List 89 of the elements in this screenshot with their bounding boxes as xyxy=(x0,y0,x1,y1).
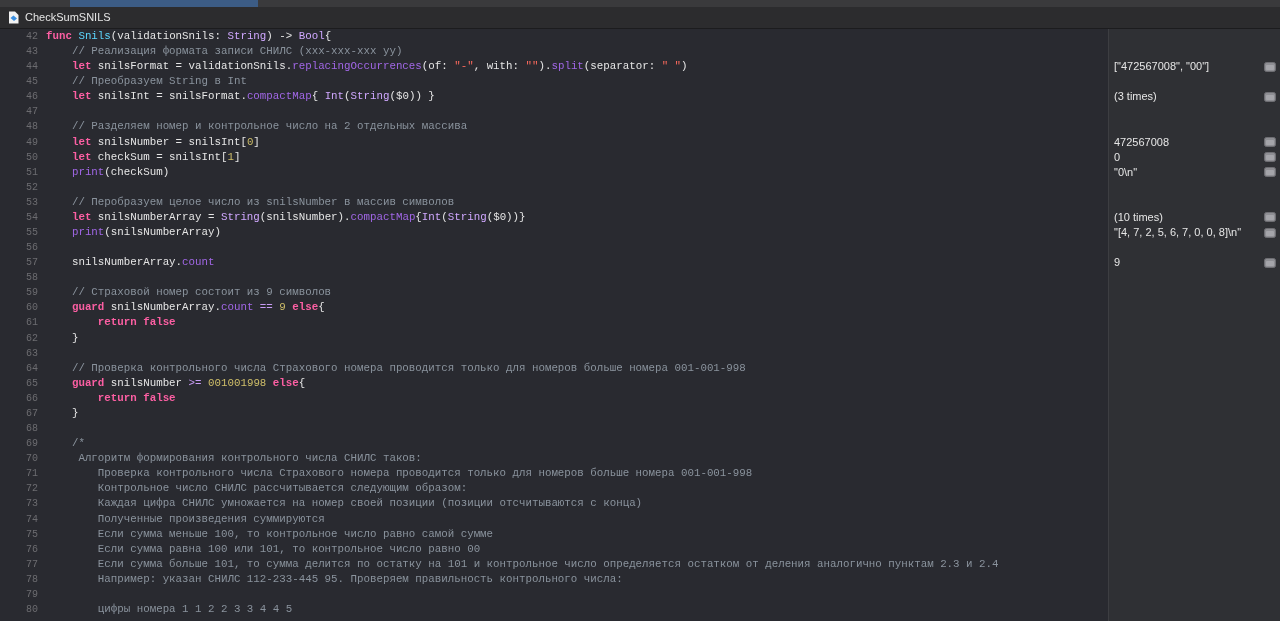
result-value: (10 times) xyxy=(1114,209,1163,225)
line-number: 72 xyxy=(26,483,38,495)
code-line: // Страховой номер состоит из 9 символов xyxy=(70,286,332,299)
result-value: "0\n" xyxy=(1114,164,1138,180)
window-title: CheckSumSNILS xyxy=(25,10,111,26)
line-number: 61 xyxy=(26,317,38,329)
line-number: 76 xyxy=(26,543,38,555)
line-number: 73 xyxy=(26,498,38,510)
line-number: 51 xyxy=(26,166,38,178)
line-number: 52 xyxy=(26,181,38,193)
line-number: 60 xyxy=(26,302,38,314)
line-number: 70 xyxy=(26,453,38,465)
line-number: 69 xyxy=(26,438,38,450)
code-line: return false xyxy=(96,391,176,404)
line-number: 59 xyxy=(26,287,38,299)
result-value: "[4, 7, 2, 5, 6, 7, 0, 0, 8]\n" xyxy=(1114,225,1242,240)
line-number: 53 xyxy=(26,196,38,208)
line-number: 58 xyxy=(26,272,38,284)
line-number: 66 xyxy=(26,392,38,404)
code-line: let snilsNumber = snilsInt[0] xyxy=(70,135,260,148)
line-number: 45 xyxy=(26,76,38,88)
line-number: 64 xyxy=(26,362,38,374)
line-number: 74 xyxy=(26,513,38,525)
line-number: 50 xyxy=(26,151,38,163)
code-line: } xyxy=(70,406,79,419)
result-value: 0 xyxy=(1114,149,1121,165)
quick-look-icon[interactable] xyxy=(1264,91,1276,102)
line-number: 46 xyxy=(26,91,38,103)
code-line: Контрольное число СНИЛС рассчитывается следующим образом: xyxy=(96,482,468,495)
code-line: print(snilsNumberArray) xyxy=(70,226,221,238)
code-line: print(checkSum) xyxy=(70,165,170,178)
quick-look-icon[interactable] xyxy=(1264,137,1276,148)
code-line: /* xyxy=(70,437,85,450)
line-number: 62 xyxy=(26,332,38,344)
code-line: guard snilsNumberArray.count == 9 else{ xyxy=(70,301,325,314)
line-number: 49 xyxy=(26,136,38,148)
line-number: 67 xyxy=(26,407,38,419)
document-icon xyxy=(8,11,19,24)
line-number: 77 xyxy=(26,558,38,570)
code-line: Полученные произведения суммируются xyxy=(96,512,325,525)
code-line: Проверка контрольного числа Страхового номера проводится только для номеров больше номера 001-001-998 xyxy=(96,467,753,480)
code-line: } xyxy=(70,331,79,344)
line-number: 79 xyxy=(26,588,38,600)
code-line: return false xyxy=(96,316,176,329)
quick-look-icon[interactable] xyxy=(1264,227,1276,238)
quick-look-icon[interactable] xyxy=(1264,257,1276,268)
code-line: // Разделяем номер и контрольное число на 2 отдельных массива xyxy=(70,120,468,133)
code-line: let snilsNumberArray = String(snilsNumber).compactMap{Int(String($0))} xyxy=(70,210,526,223)
line-number: 71 xyxy=(26,468,38,480)
line-number: 48 xyxy=(26,121,38,133)
code-line: // Перобразуем целое число из snilsNumber в массив символов xyxy=(70,195,455,208)
code-line: func Snils(validationSnils: String) -> Bool{ xyxy=(46,30,332,42)
line-number: 56 xyxy=(26,242,38,254)
code-line: Если сумма меньше 100, то контрольное число равно самой сумме xyxy=(96,527,494,540)
code-line: guard snilsNumber >= 001001998 else{ xyxy=(70,376,306,389)
quick-look-icon[interactable] xyxy=(1264,61,1276,72)
line-number: 80 xyxy=(26,603,38,615)
quick-look-icon[interactable] xyxy=(1264,212,1276,223)
code-line: Если сумма равна 100 или 101, то контрольное число равно 00 xyxy=(96,542,481,555)
line-number: 78 xyxy=(26,573,38,585)
line-number: 75 xyxy=(26,528,38,540)
quick-look-icon[interactable] xyxy=(1264,167,1276,178)
code-line: цифры номера 1 1 2 2 3 3 4 4 5 xyxy=(96,602,293,615)
line-number: 57 xyxy=(26,257,38,269)
quick-look-icon[interactable] xyxy=(1264,152,1276,163)
line-number: 55 xyxy=(26,227,38,238)
result-value: 472567008 xyxy=(1114,134,1170,150)
code-line: let snilsInt = snilsFormat.compactMap{ Int(String($0)) } xyxy=(70,90,435,103)
line-number: 68 xyxy=(26,423,38,435)
code-line: Если сумма больше 101, то сумма делится по остатку на 101 и контрольное число определяется остатком от деления аналогично пунктам 2.3 и 2.4 xyxy=(96,557,999,570)
result-value: 9 xyxy=(1114,255,1121,271)
code-line: // Проверка контрольного числа Страхового номера проводится только для номеров больше номера 001-001-998 xyxy=(70,361,746,374)
code-line: Каждая цифра СНИЛС умножается на номер своей позиции (позиции отсчитываются с конца) xyxy=(96,497,643,510)
result-value: (3 times) xyxy=(1114,89,1157,105)
code-line: let snilsFormat = validationSnils.replacingOccurrences(of: "-", with: "").split(separator: " ") xyxy=(70,60,688,73)
line-number: 54 xyxy=(26,211,38,223)
code-line: Например: указан СНИЛС 112-233-445 95. Проверяем правильность контрольного числа: xyxy=(96,572,623,585)
code-line: // Преобразуем String в Int xyxy=(70,75,247,88)
line-number: 43 xyxy=(26,46,38,58)
code-line: // Реализация формата записи СНИЛС (xxx-xxx-xxx yy) xyxy=(70,45,403,58)
line-number: 47 xyxy=(26,106,38,118)
line-number: 42 xyxy=(26,31,38,42)
line-number: 63 xyxy=(26,347,38,359)
code-line: Алгоритм формирования контрольного числа СНИЛС таков: xyxy=(77,452,422,465)
code-line: let checkSum = snilsInt[1] xyxy=(70,150,241,163)
code-line: snilsNumberArray.count xyxy=(70,256,215,269)
line-number: 44 xyxy=(26,61,38,73)
line-number: 65 xyxy=(26,377,38,389)
result-value: ["472567008", "00"] xyxy=(1114,59,1210,75)
